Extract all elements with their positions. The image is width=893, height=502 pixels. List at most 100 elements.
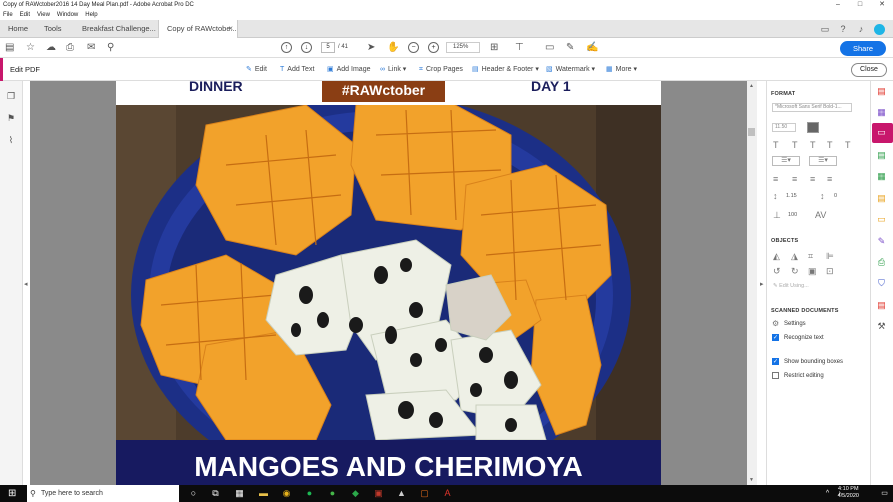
edit-using-select[interactable]: ✎ Edit Using... [773, 283, 809, 289]
mangoes-cherimoya-photo[interactable] [116, 105, 661, 440]
app-red-icon[interactable]: ▣ [373, 488, 384, 499]
share-button[interactable]: Share [840, 41, 886, 56]
minimize-button[interactable]: – [827, 0, 849, 10]
volume-icon[interactable]: ♪ [834, 488, 845, 499]
zoom-select[interactable]: 125% [446, 42, 480, 53]
task-view-icon[interactable]: ⧉ [210, 488, 221, 499]
paragraph-spacing-value[interactable]: 0 [834, 193, 837, 199]
hashtag-heading[interactable]: #RAWctober [322, 81, 445, 102]
zoom-out-icon[interactable]: − [408, 42, 419, 53]
print-icon[interactable]: ⎙ [66, 41, 74, 55]
scroll-down-icon[interactable]: ▼ [749, 477, 754, 483]
next-page-icon[interactable]: ↓ [301, 42, 312, 53]
page-number-input[interactable]: 5 [321, 42, 335, 53]
bullet-list-select[interactable]: ☰▾ [772, 156, 800, 166]
zoom-in-icon[interactable]: + [428, 42, 439, 53]
settings-link[interactable]: Settings [784, 320, 806, 328]
send-for-signature-tool-icon[interactable]: ✎ [876, 236, 887, 247]
font-family-select[interactable]: *Microsoft Sans Serif Bold-1... [772, 103, 852, 112]
page-fit-icon[interactable]: ⊞ [490, 41, 498, 55]
menu-edit[interactable]: Edit [20, 10, 30, 20]
crop-object-icon[interactable]: ⌗ [808, 251, 813, 261]
edit-tool-button[interactable]: ✎ Edit [246, 58, 267, 81]
cortana-icon[interactable]: ○ [188, 488, 199, 499]
previous-page-icon[interactable]: ↑ [281, 42, 292, 53]
attachments-icon[interactable]: ⌇ [6, 135, 16, 145]
photos-icon[interactable]: ▲ [396, 488, 407, 499]
menu-help[interactable]: Help [85, 10, 97, 20]
align-right-icon[interactable]: ≡ [810, 174, 815, 184]
hand-tool-icon[interactable]: ✋ [387, 41, 399, 55]
subscript-icon[interactable]: T [845, 140, 851, 150]
store-icon[interactable]: ◆ [350, 488, 361, 499]
close-tab-icon[interactable]: × [228, 20, 233, 38]
tray-expand-icon[interactable]: ^ [822, 488, 833, 499]
create-pdf-icon[interactable]: ▤ [5, 41, 14, 55]
menu-window[interactable]: Window [57, 10, 78, 20]
bookmark-star-icon[interactable]: ☆ [26, 41, 35, 55]
tab-home[interactable]: Home [0, 20, 36, 38]
combine-files-tool-icon[interactable]: ▦ [876, 107, 887, 118]
underline-t-icon[interactable]: T [810, 140, 816, 150]
text-style-t-icon[interactable]: T [773, 140, 779, 150]
scroll-mode-icon[interactable]: ⊤ [515, 41, 524, 55]
menu-file[interactable]: File [3, 10, 13, 20]
comment-icon[interactable]: ▭ [545, 41, 554, 55]
distribute-icon[interactable]: ⊡ [826, 266, 834, 276]
more-button[interactable]: ▦ More ▾ [606, 58, 637, 81]
redact-tool-icon[interactable]: ▤ [876, 300, 887, 311]
align-left-icon[interactable]: ≡ [773, 174, 778, 184]
scrollbar-thumb[interactable] [748, 128, 755, 136]
rotate-right-icon[interactable]: ↻ [791, 266, 799, 276]
header-footer-button[interactable]: ▤ Header & Footer ▾ [472, 58, 539, 81]
help-icon[interactable]: ? [838, 24, 848, 34]
fill-sign-tool-icon[interactable]: ▭ [876, 214, 887, 225]
collapse-left-icon[interactable]: ◂ [24, 280, 28, 288]
font-size-select[interactable]: 11.50 [772, 123, 796, 132]
crop-pages-button[interactable]: ⌗ Crop Pages [419, 58, 463, 81]
spotify-icon[interactable]: ● [304, 488, 315, 499]
bookmarks-icon[interactable]: ⚑ [6, 113, 16, 123]
text-color-swatch[interactable] [807, 122, 819, 133]
line-spacing-value[interactable]: 1.15 [786, 193, 797, 199]
heading-day[interactable]: DAY 1 [531, 79, 571, 93]
justify-icon[interactable]: ≡ [827, 174, 832, 184]
close-edit-button[interactable]: Close [851, 63, 887, 77]
arrange-objects-icon[interactable]: ⊫ [826, 251, 834, 261]
acrobat-taskbar-icon[interactable]: A [442, 488, 453, 499]
file-explorer-icon[interactable]: ▬ [258, 488, 269, 499]
link-button[interactable]: ∞ Link ▾ [380, 58, 406, 81]
heading-dinner[interactable]: DINNER [189, 79, 243, 93]
page-thumbnails-icon[interactable]: ❐ [6, 91, 16, 101]
replace-image-icon[interactable]: ▣ [808, 266, 817, 276]
more-tools-icon[interactable]: ⚒ [876, 321, 887, 332]
chat-icon[interactable]: ▭ [820, 24, 830, 34]
recognize-text-checkbox[interactable]: ✓ [772, 334, 779, 341]
vertical-scrollbar[interactable] [747, 81, 757, 485]
rotate-left-icon[interactable]: ↺ [773, 266, 781, 276]
align-center-icon[interactable]: ≡ [792, 174, 797, 184]
organize-pages-tool-icon[interactable]: ▦ [876, 171, 887, 182]
gear-icon[interactable]: ⚙ [772, 319, 779, 329]
comment-tool-icon[interactable]: ▤ [876, 193, 887, 204]
sign-icon[interactable]: ✍ [586, 41, 598, 55]
illustrator-icon[interactable]: ▢ [419, 488, 430, 499]
windows-start-icon[interactable]: ⊞ [8, 488, 16, 499]
chrome-icon[interactable]: ◉ [281, 488, 292, 499]
flip-horizontal-icon[interactable]: ◮ [791, 251, 798, 261]
upload-cloud-icon[interactable]: ☁ [46, 41, 56, 55]
export-pdf-tool-icon[interactable]: ▤ [876, 150, 887, 161]
tab-tools[interactable]: Tools [36, 20, 74, 38]
search-icon[interactable]: ⚲ [107, 41, 114, 55]
close-window-button[interactable]: ✕ [871, 0, 893, 10]
collapse-right-icon[interactable]: ▸ [760, 280, 764, 288]
restrict-editing-checkbox[interactable] [772, 372, 779, 379]
calculator-icon[interactable]: ▦ [234, 488, 245, 499]
pen-icon[interactable]: ✎ [566, 41, 574, 55]
numbered-list-select[interactable]: ☰▾ [809, 156, 837, 166]
app-green-icon[interactable]: ● [327, 488, 338, 499]
maximize-button[interactable]: □ [849, 0, 871, 10]
edit-pdf-tool-icon[interactable]: ▭ [876, 127, 887, 138]
superscript-icon[interactable]: T [827, 140, 833, 150]
email-icon[interactable]: ✉ [87, 41, 95, 55]
